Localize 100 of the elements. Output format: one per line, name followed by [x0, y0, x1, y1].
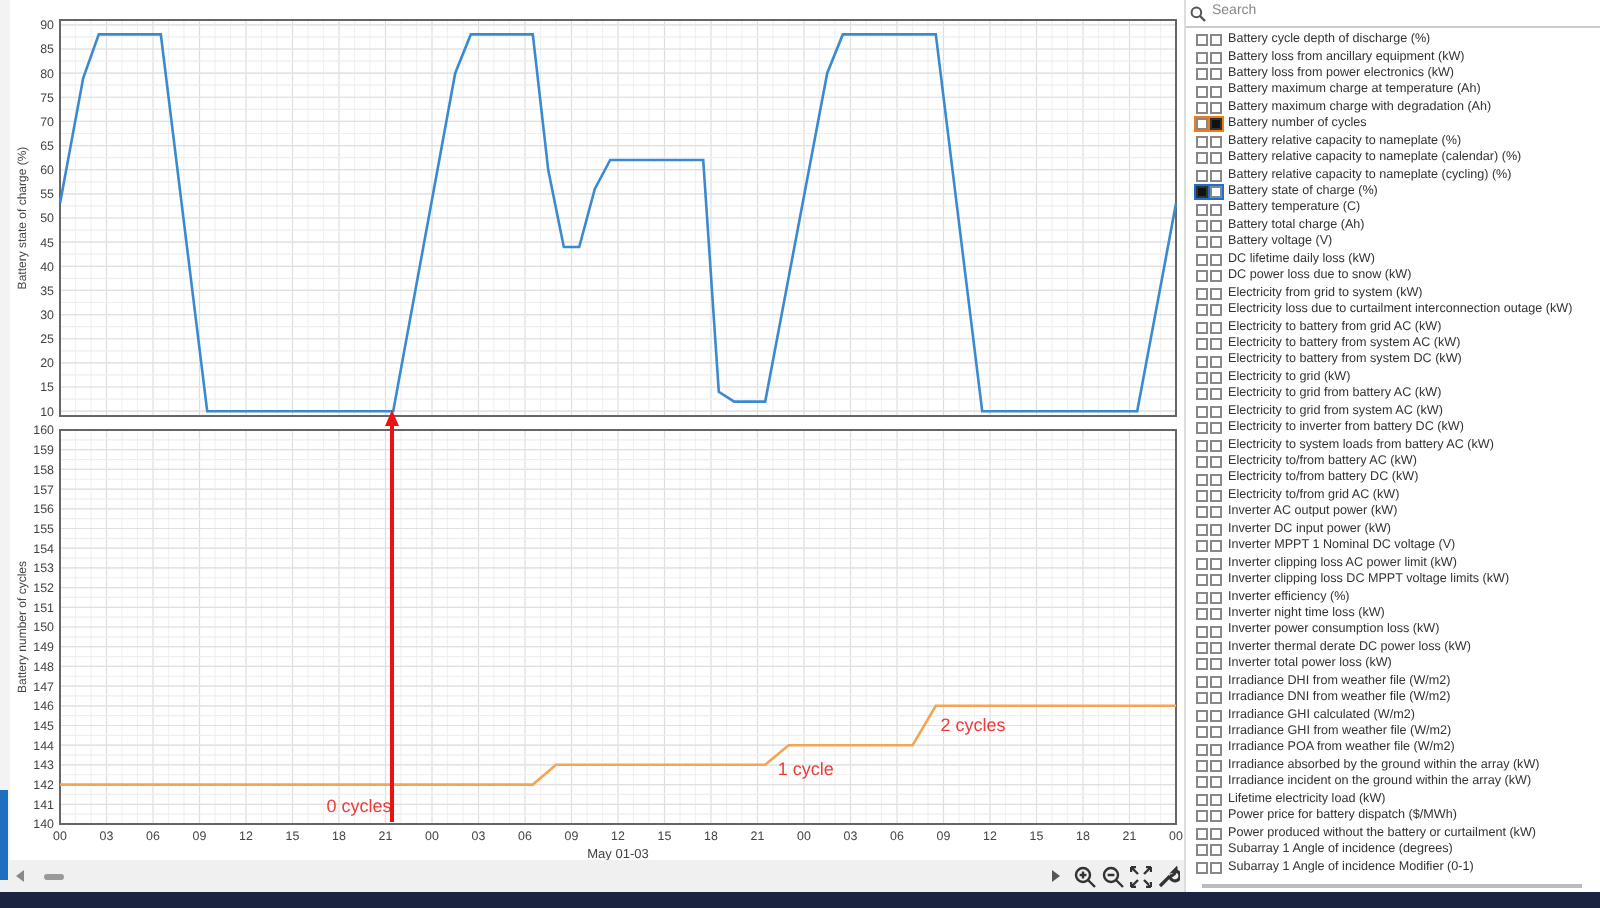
- checkbox[interactable]: [1196, 253, 1208, 266]
- checkbox[interactable]: [1210, 591, 1222, 604]
- checkbox[interactable]: [1196, 270, 1208, 283]
- checkbox[interactable]: [1210, 186, 1222, 199]
- checkbox[interactable]: [1196, 591, 1208, 604]
- checkbox[interactable]: [1210, 709, 1222, 722]
- checkbox[interactable]: [1196, 675, 1208, 688]
- checkbox[interactable]: [1210, 338, 1222, 351]
- checkbox[interactable]: [1210, 85, 1222, 98]
- checkbox[interactable]: [1210, 675, 1222, 688]
- checkbox[interactable]: [1196, 625, 1208, 638]
- checkbox[interactable]: [1196, 405, 1208, 418]
- checkbox[interactable]: [1196, 321, 1208, 334]
- checkbox[interactable]: [1196, 439, 1208, 452]
- checkbox[interactable]: [1210, 135, 1222, 148]
- checkbox[interactable]: [1196, 34, 1208, 47]
- checkbox[interactable]: [1196, 371, 1208, 384]
- checkbox[interactable]: [1196, 490, 1208, 503]
- wrench-icon[interactable]: [1158, 865, 1180, 887]
- checkbox[interactable]: [1210, 743, 1222, 756]
- checkbox[interactable]: [1196, 523, 1208, 536]
- checkbox[interactable]: [1210, 827, 1222, 840]
- checkbox[interactable]: [1210, 321, 1222, 334]
- checkbox[interactable]: [1196, 760, 1208, 773]
- checkbox[interactable]: [1210, 506, 1222, 519]
- checkbox[interactable]: [1210, 776, 1222, 789]
- checkbox[interactable]: [1210, 101, 1222, 114]
- checkbox[interactable]: [1210, 287, 1222, 300]
- checkbox[interactable]: [1210, 152, 1222, 165]
- checkbox[interactable]: [1196, 118, 1208, 131]
- checkbox[interactable]: [1196, 827, 1208, 840]
- checkbox[interactable]: [1196, 793, 1208, 806]
- checkbox[interactable]: [1196, 422, 1208, 435]
- checkbox[interactable]: [1196, 506, 1208, 519]
- checkbox[interactable]: [1196, 152, 1208, 165]
- checkbox[interactable]: [1210, 68, 1222, 81]
- scrollbar-thumb[interactable]: [1202, 884, 1582, 888]
- checkbox[interactable]: [1210, 490, 1222, 503]
- checkbox[interactable]: [1210, 253, 1222, 266]
- checkbox[interactable]: [1196, 844, 1208, 857]
- checkbox[interactable]: [1196, 304, 1208, 317]
- checkbox[interactable]: [1196, 68, 1208, 81]
- checkbox[interactable]: [1196, 456, 1208, 469]
- scroll-right-icon[interactable]: [1052, 870, 1062, 882]
- checkbox[interactable]: [1210, 625, 1222, 638]
- checkbox[interactable]: [1196, 810, 1208, 823]
- checkbox[interactable]: [1196, 776, 1208, 789]
- checkbox[interactable]: [1196, 85, 1208, 98]
- checkbox[interactable]: [1210, 371, 1222, 384]
- checkbox[interactable]: [1196, 388, 1208, 401]
- checkbox[interactable]: [1210, 304, 1222, 317]
- checkbox[interactable]: [1196, 101, 1208, 114]
- checkbox[interactable]: [1210, 169, 1222, 182]
- checkbox[interactable]: [1210, 51, 1222, 64]
- checkbox[interactable]: [1210, 118, 1222, 131]
- checkbox[interactable]: [1196, 473, 1208, 486]
- checkbox[interactable]: [1196, 203, 1208, 216]
- checkbox[interactable]: [1196, 338, 1208, 351]
- checkbox[interactable]: [1210, 523, 1222, 536]
- checkbox[interactable]: [1210, 220, 1222, 233]
- checkbox[interactable]: [1210, 388, 1222, 401]
- checkbox[interactable]: [1196, 540, 1208, 553]
- checkbox[interactable]: [1196, 135, 1208, 148]
- checkbox[interactable]: [1210, 405, 1222, 418]
- checkbox[interactable]: [1196, 220, 1208, 233]
- checkbox[interactable]: [1210, 574, 1222, 587]
- checkbox[interactable]: [1210, 439, 1222, 452]
- checkbox[interactable]: [1196, 557, 1208, 570]
- scrollbar-thumb[interactable]: [44, 873, 64, 879]
- checkbox[interactable]: [1210, 641, 1222, 654]
- checkbox[interactable]: [1196, 51, 1208, 64]
- checkbox[interactable]: [1196, 726, 1208, 739]
- checkbox[interactable]: [1210, 793, 1222, 806]
- checkbox[interactable]: [1210, 355, 1222, 368]
- checkbox[interactable]: [1210, 270, 1222, 283]
- checkbox[interactable]: [1196, 861, 1208, 874]
- checkbox[interactable]: [1210, 658, 1222, 671]
- checkbox[interactable]: [1210, 203, 1222, 216]
- checkbox[interactable]: [1210, 692, 1222, 705]
- checkbox[interactable]: [1196, 287, 1208, 300]
- checkbox[interactable]: [1196, 574, 1208, 587]
- checkbox[interactable]: [1196, 355, 1208, 368]
- checkbox[interactable]: [1210, 540, 1222, 553]
- checkbox[interactable]: [1196, 743, 1208, 756]
- checkbox[interactable]: [1210, 34, 1222, 47]
- scroll-left-icon[interactable]: [16, 870, 26, 882]
- checkbox[interactable]: [1210, 861, 1222, 874]
- checkbox[interactable]: [1196, 658, 1208, 671]
- checkbox[interactable]: [1196, 169, 1208, 182]
- checkbox[interactable]: [1210, 844, 1222, 857]
- checkbox[interactable]: [1196, 608, 1208, 621]
- checkbox[interactable]: [1210, 726, 1222, 739]
- checkbox[interactable]: [1196, 692, 1208, 705]
- zoom-out-icon[interactable]: [1102, 865, 1124, 887]
- checkbox[interactable]: [1210, 760, 1222, 773]
- checkbox[interactable]: [1210, 473, 1222, 486]
- fit-view-icon[interactable]: [1130, 865, 1152, 887]
- checkbox[interactable]: [1210, 557, 1222, 570]
- checkbox[interactable]: [1196, 186, 1208, 199]
- checkbox[interactable]: [1210, 810, 1222, 823]
